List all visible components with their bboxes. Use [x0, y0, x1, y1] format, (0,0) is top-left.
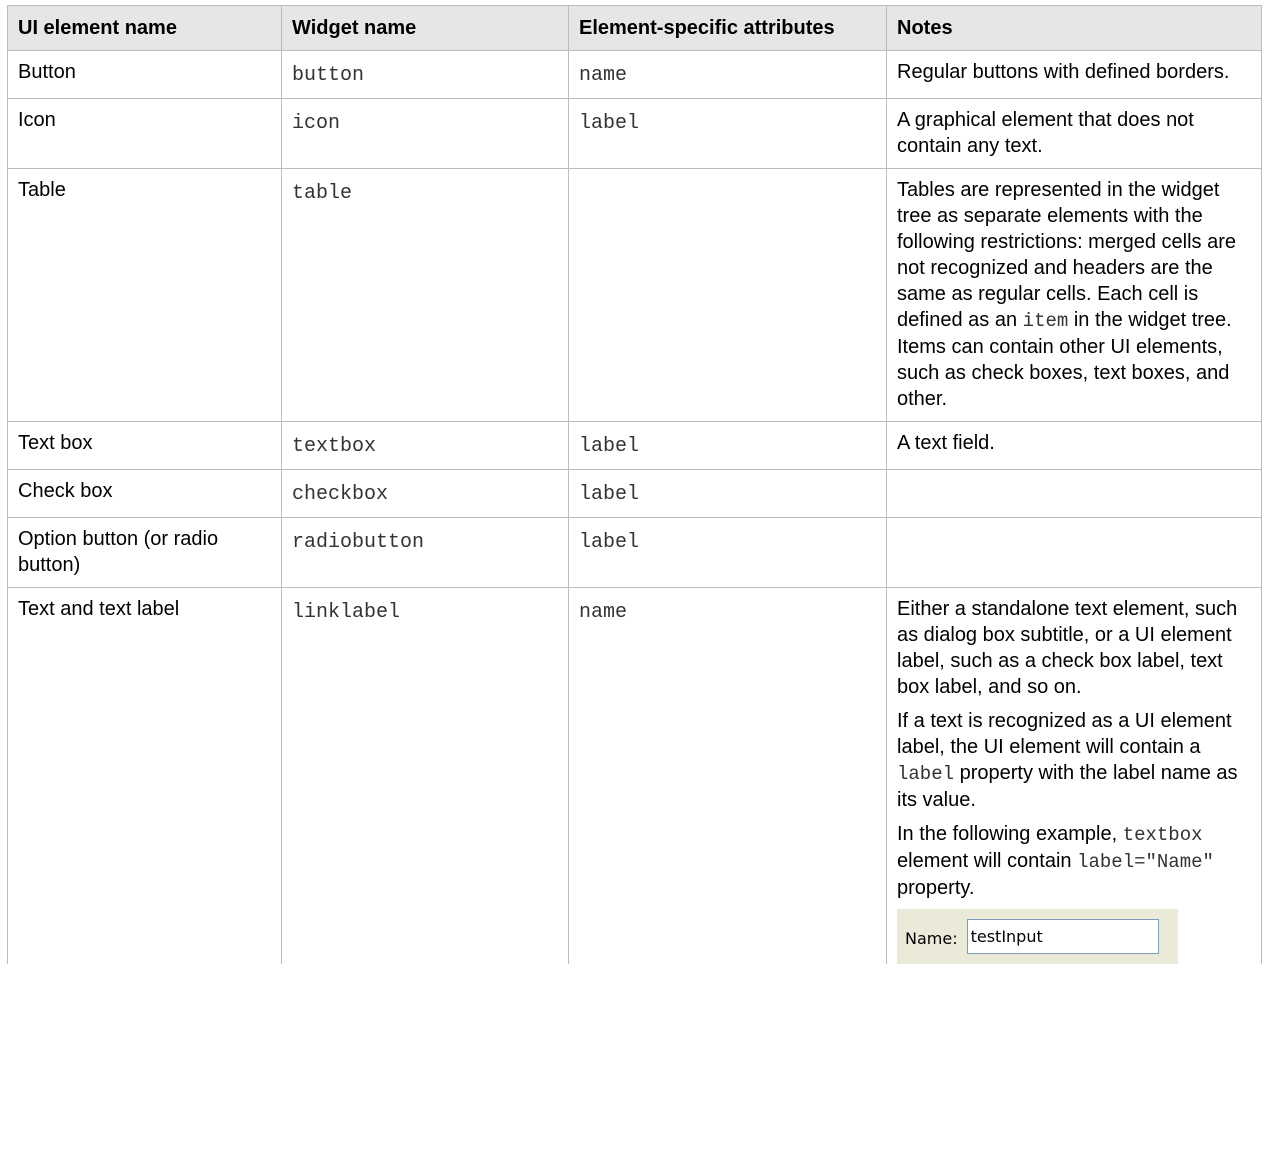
- ui-element-name: Option button (or radio button): [7, 517, 282, 588]
- notes-paragraph: If a text is recognized as a UI element …: [897, 708, 1252, 813]
- widget-name: textbox: [281, 421, 569, 470]
- notes-text: If a text is recognized as a UI element …: [897, 710, 1232, 758]
- notes: A graphical element that does not contai…: [886, 98, 1262, 169]
- table-row: Button button name Regular buttons with …: [7, 50, 1262, 99]
- element-attributes: label: [568, 421, 887, 470]
- ui-element-name: Button: [7, 50, 282, 99]
- ui-elements-table: UI element name Widget name Element-spec…: [7, 5, 1262, 964]
- element-attributes: label: [568, 98, 887, 169]
- widget-name: button: [281, 50, 569, 99]
- notes: Either a standalone text element, such a…: [886, 587, 1262, 964]
- header-notes: Notes: [886, 5, 1262, 51]
- notes: A text field.: [886, 421, 1262, 470]
- notes: Regular buttons with defined borders.: [886, 50, 1262, 99]
- header-widget-name: Widget name: [281, 5, 569, 51]
- ui-element-name: Text box: [7, 421, 282, 470]
- table-row: Icon icon label A graphical element that…: [7, 98, 1262, 169]
- widget-name: radiobutton: [281, 517, 569, 588]
- header-element-attributes: Element-specific attributes: [568, 5, 887, 51]
- notes-code: item: [1022, 310, 1069, 332]
- notes-text: In the following example,: [897, 823, 1118, 845]
- example-text-input: testInput: [966, 919, 1159, 954]
- notes: [886, 469, 1262, 518]
- notes-paragraph: Either a standalone text element, such a…: [897, 598, 1238, 698]
- table-row: Check box checkbox label: [7, 469, 1262, 518]
- widget-name: linklabel: [281, 587, 569, 964]
- notes-code: textbox: [1122, 824, 1203, 846]
- element-attributes: label: [568, 517, 887, 588]
- example-name-label: Name:: [905, 928, 958, 948]
- ui-element-name: Check box: [7, 469, 282, 518]
- header-ui-element-name: UI element name: [7, 5, 282, 51]
- widget-name: checkbox: [281, 469, 569, 518]
- ui-element-name: Table: [7, 168, 282, 422]
- ui-element-name: Icon: [7, 98, 282, 169]
- example-screenshot: Name: testInput: [897, 909, 1178, 964]
- notes-text: property.: [897, 877, 975, 899]
- element-attributes: name: [568, 50, 887, 99]
- table-row: Text box textbox label A text field.: [7, 421, 1262, 470]
- header-row: UI element name Widget name Element-spec…: [7, 5, 1262, 51]
- widget-name: table: [281, 168, 569, 422]
- element-attributes: [568, 168, 887, 422]
- table-row: Text and text label linklabel name Eithe…: [7, 587, 1262, 964]
- table-row: Option button (or radio button) radiobut…: [7, 517, 1262, 588]
- element-attributes: label: [568, 469, 887, 518]
- notes: Tables are represented in the widget tre…: [886, 168, 1262, 422]
- notes-code: label="Name": [1077, 851, 1214, 873]
- notes: [886, 517, 1262, 588]
- widget-name: icon: [281, 98, 569, 169]
- table-row: Table table Tables are represented in th…: [7, 168, 1262, 422]
- element-attributes: name: [568, 587, 887, 964]
- notes-text: element will contain: [897, 850, 1072, 872]
- notes-code: label: [897, 763, 955, 785]
- ui-element-name: Text and text label: [7, 587, 282, 964]
- notes-paragraph: In the following example, textbox elemen…: [897, 821, 1252, 901]
